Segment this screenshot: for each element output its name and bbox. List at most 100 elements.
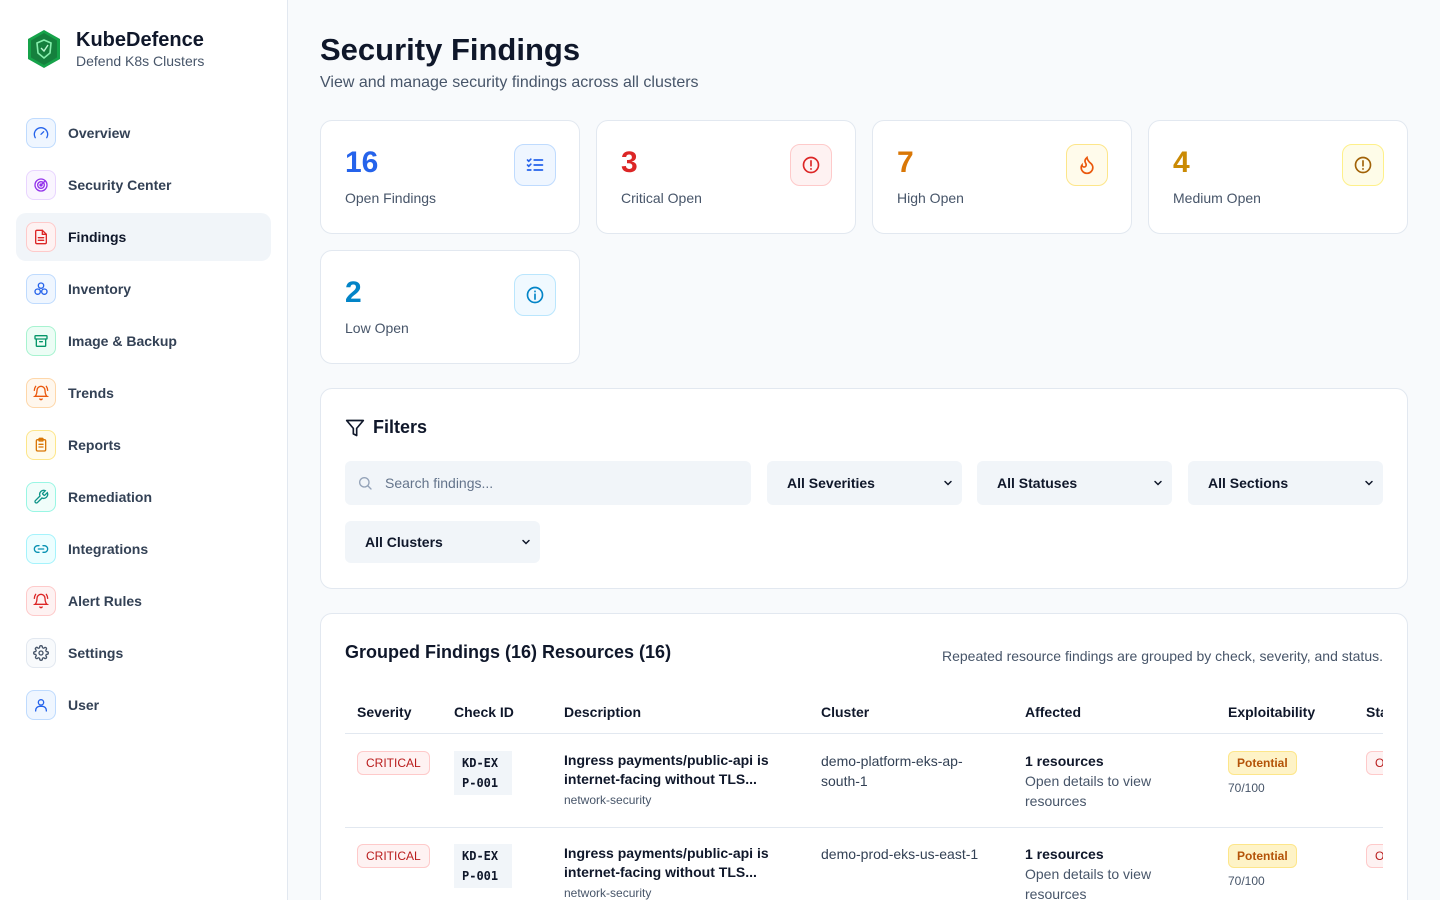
section-select-value: All Sections bbox=[1208, 475, 1289, 491]
column-header-check-id[interactable]: Check ID bbox=[454, 704, 514, 720]
stat-label: Medium Open bbox=[1173, 190, 1261, 206]
filters-title: Filters bbox=[373, 417, 428, 437]
exploitability-badge: Potential bbox=[1228, 844, 1297, 868]
search-icon bbox=[359, 477, 372, 490]
stat-value: 2 bbox=[345, 276, 362, 309]
sidebar-item-label: Image & Backup bbox=[68, 333, 177, 349]
page-title: Security Findings bbox=[320, 32, 581, 67]
clipboard-list-icon bbox=[26, 430, 56, 460]
stat-card-medium-open[interactable]: 4 Medium Open bbox=[1148, 120, 1408, 234]
grouped-findings-title: Grouped Findings (16) Resources (16) bbox=[345, 642, 672, 662]
archive-icon bbox=[26, 326, 56, 356]
brand-subtitle: Defend K8s Clusters bbox=[76, 53, 205, 69]
boxes-icon bbox=[26, 274, 56, 304]
brand[interactable]: KubeDefence Defend K8s Clusters bbox=[26, 28, 204, 70]
sidebar-item-label: Settings bbox=[68, 645, 124, 661]
sidebar-item-label: Reports bbox=[68, 437, 121, 453]
sidebar-item-security-center[interactable]: Security Center bbox=[16, 161, 271, 209]
table-row[interactable]: CRITICAL KD-EXP-001 Ingress payments/pub… bbox=[345, 735, 1383, 828]
stat-label: Open Findings bbox=[345, 190, 437, 206]
chevron-down-icon bbox=[1154, 480, 1162, 486]
info-icon bbox=[514, 274, 556, 316]
stat-label: Low Open bbox=[345, 320, 409, 336]
sidebar-item-settings[interactable]: Settings bbox=[16, 629, 271, 677]
list-checks-icon bbox=[514, 144, 556, 186]
sidebar-item-findings[interactable]: Findings bbox=[16, 213, 271, 261]
stat-card-open-findings[interactable]: 16 Open Findings bbox=[320, 120, 580, 234]
grouped-findings-panel: Grouped Findings (16) Resources (16) Rep… bbox=[320, 613, 1408, 900]
status-badge: Open bbox=[1366, 751, 1383, 775]
radar-icon bbox=[26, 170, 56, 200]
status-badge: Open bbox=[1366, 844, 1383, 868]
exploitability-score: 70/100 bbox=[1228, 781, 1265, 795]
column-header-affected[interactable]: Affected bbox=[1025, 704, 1081, 720]
alert-circle-icon bbox=[1342, 144, 1384, 186]
stat-value: 16 bbox=[345, 146, 379, 179]
affected-hint: Open details to view resources bbox=[1025, 866, 1152, 900]
exploitability-badge: Potential bbox=[1228, 751, 1297, 775]
check-id: KD-EXP-001 bbox=[454, 751, 512, 795]
sidebar-item-label: Overview bbox=[68, 125, 131, 141]
severity-badge: CRITICAL bbox=[357, 844, 430, 868]
affected-count: 1 resources bbox=[1025, 753, 1104, 769]
finding-description: Ingress payments/public-api is internet-… bbox=[564, 752, 769, 787]
sidebar-item-user[interactable]: User bbox=[16, 681, 271, 729]
brand-name: KubeDefence bbox=[76, 29, 204, 51]
sidebar-item-label: User bbox=[68, 697, 100, 713]
status-select[interactable]: All Statuses bbox=[977, 461, 1172, 505]
shield-logo-icon bbox=[28, 30, 60, 68]
exploitability-score: 70/100 bbox=[1228, 874, 1265, 888]
link-icon bbox=[26, 534, 56, 564]
sidebar-item-label: Alert Rules bbox=[68, 593, 142, 609]
stat-value: 3 bbox=[621, 146, 638, 179]
stat-value: 4 bbox=[1173, 146, 1190, 179]
stat-card-high-open[interactable]: 7 High Open bbox=[872, 120, 1132, 234]
file-text-icon bbox=[26, 222, 56, 252]
finding-section: network-security bbox=[564, 886, 652, 900]
search-input[interactable] bbox=[385, 475, 725, 491]
table-header: Severity Check ID Description Cluster Af… bbox=[345, 692, 1383, 734]
chevron-down-icon bbox=[522, 539, 530, 545]
severity-select[interactable]: All Severities bbox=[767, 461, 962, 505]
sidebar-item-label: Security Center bbox=[68, 177, 172, 193]
gear-icon bbox=[26, 638, 56, 668]
cluster-name: demo-platform-eks-ap-south-1 bbox=[821, 753, 963, 789]
column-header-cluster[interactable]: Cluster bbox=[821, 704, 869, 720]
table-row[interactable]: CRITICAL KD-EXP-001 Ingress payments/pub… bbox=[345, 828, 1383, 900]
sidebar-item-remediation[interactable]: Remediation bbox=[16, 473, 271, 521]
stat-card-low-open[interactable]: 2 Low Open bbox=[320, 250, 580, 364]
filters-panel: Filters All Severities All Statuses All … bbox=[320, 388, 1408, 589]
bell-ring-icon bbox=[26, 586, 56, 616]
filter-icon bbox=[345, 419, 365, 436]
column-header-exploitability[interactable]: Exploitability bbox=[1228, 704, 1315, 720]
alert-circle-icon bbox=[790, 144, 832, 186]
stat-label: Critical Open bbox=[621, 190, 702, 206]
sidebar-item-trends[interactable]: Trends bbox=[16, 369, 271, 417]
column-header-status[interactable]: Status bbox=[1366, 704, 1383, 720]
section-select[interactable]: All Sections bbox=[1188, 461, 1383, 505]
sidebar-item-reports[interactable]: Reports bbox=[16, 421, 271, 469]
sidebar-item-integrations[interactable]: Integrations bbox=[16, 525, 271, 573]
sidebar-item-inventory[interactable]: Inventory bbox=[16, 265, 271, 313]
severity-badge: CRITICAL bbox=[357, 751, 430, 775]
wrench-icon bbox=[26, 482, 56, 512]
stat-card-critical-open[interactable]: 3 Critical Open bbox=[596, 120, 856, 234]
severity-select-value: All Severities bbox=[787, 475, 875, 491]
sidebar-item-label: Remediation bbox=[68, 489, 153, 505]
stat-value: 7 bbox=[897, 146, 914, 179]
sidebar-item-label: Integrations bbox=[68, 541, 149, 557]
finding-section: network-security bbox=[564, 793, 652, 807]
sidebar-item-overview[interactable]: Overview bbox=[16, 109, 271, 157]
sidebar-item-alert-rules[interactable]: Alert Rules bbox=[16, 577, 271, 625]
filters-header: Filters bbox=[345, 417, 427, 438]
sidebar-nav: Overview Security Center Findings Invent… bbox=[16, 109, 271, 733]
column-header-severity[interactable]: Severity bbox=[357, 704, 411, 720]
stat-label: High Open bbox=[897, 190, 964, 206]
sidebar-item-image-backup[interactable]: Image & Backup bbox=[16, 317, 271, 365]
column-header-description[interactable]: Description bbox=[564, 704, 641, 720]
search-box[interactable] bbox=[345, 461, 751, 505]
status-select-value: All Statuses bbox=[997, 475, 1078, 491]
affected-count: 1 resources bbox=[1025, 846, 1104, 862]
affected-hint: Open details to view resources bbox=[1025, 773, 1152, 809]
cluster-select[interactable]: All Clusters bbox=[345, 521, 540, 563]
